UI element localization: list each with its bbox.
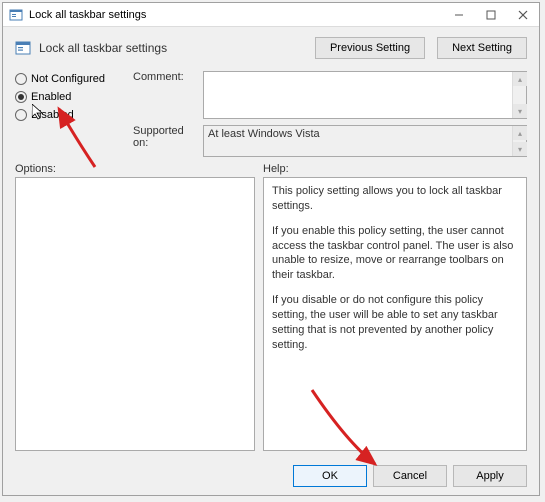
options-panel <box>15 177 255 451</box>
panels-row: This policy setting allows you to lock a… <box>3 177 539 457</box>
comment-field[interactable]: ▴ ▾ <box>203 71 527 119</box>
radio-indicator <box>15 73 27 85</box>
minimize-button[interactable] <box>443 4 475 26</box>
radio-indicator <box>15 109 27 121</box>
dialog-window: Lock all taskbar settings L <box>2 2 540 496</box>
scroll-down-icon[interactable]: ▾ <box>513 104 527 118</box>
scroll-up-icon[interactable]: ▴ <box>513 126 527 140</box>
help-panel: This policy setting allows you to lock a… <box>263 177 527 451</box>
comment-label: Comment: <box>133 71 203 119</box>
close-button[interactable] <box>507 4 539 26</box>
radio-indicator <box>15 91 27 103</box>
apply-button[interactable]: Apply <box>453 465 527 487</box>
window-controls <box>443 4 539 26</box>
supported-on-text: At least Windows Vista <box>208 128 320 140</box>
help-label: Help: <box>263 163 289 175</box>
dialog-footer: OK Cancel Apply <box>3 457 539 495</box>
previous-setting-button[interactable]: Previous Setting <box>315 37 425 59</box>
title-bar: Lock all taskbar settings <box>3 3 539 27</box>
panel-labels: Options: Help: <box>3 157 539 177</box>
window-title: Lock all taskbar settings <box>29 9 443 21</box>
options-label: Options: <box>15 163 263 175</box>
help-paragraph: This policy setting allows you to lock a… <box>272 184 518 214</box>
dialog-content: Lock all taskbar settings Previous Setti… <box>3 27 539 495</box>
scroll-down-icon[interactable]: ▾ <box>513 142 527 156</box>
policy-icon <box>15 40 31 56</box>
radio-not-configured[interactable]: Not Configured <box>15 73 133 85</box>
help-paragraph: If you enable this policy setting, the u… <box>272 224 518 283</box>
policy-title: Lock all taskbar settings <box>39 41 307 55</box>
radio-disabled[interactable]: Disabled <box>15 109 133 121</box>
scrollbar[interactable]: ▴ ▾ <box>512 72 526 118</box>
help-paragraph: If you disable or do not configure this … <box>272 293 518 352</box>
scrollbar[interactable]: ▴ ▾ <box>512 126 526 156</box>
header-row: Lock all taskbar settings Previous Setti… <box>3 27 539 71</box>
radio-label: Enabled <box>31 91 71 103</box>
window-icon <box>9 8 23 22</box>
scroll-up-icon[interactable]: ▴ <box>513 72 527 86</box>
radio-enabled[interactable]: Enabled <box>15 91 133 103</box>
cancel-button[interactable]: Cancel <box>373 465 447 487</box>
ok-button[interactable]: OK <box>293 465 367 487</box>
state-row: Not Configured Enabled Disabled Comment: <box>3 71 539 157</box>
supported-on-label: Supported on: <box>133 125 203 157</box>
radio-label: Disabled <box>31 109 74 121</box>
maximize-button[interactable] <box>475 4 507 26</box>
radio-label: Not Configured <box>31 73 105 85</box>
radio-group: Not Configured Enabled Disabled <box>15 71 133 157</box>
supported-on-field: At least Windows Vista ▴ ▾ <box>203 125 527 157</box>
next-setting-button[interactable]: Next Setting <box>437 37 527 59</box>
